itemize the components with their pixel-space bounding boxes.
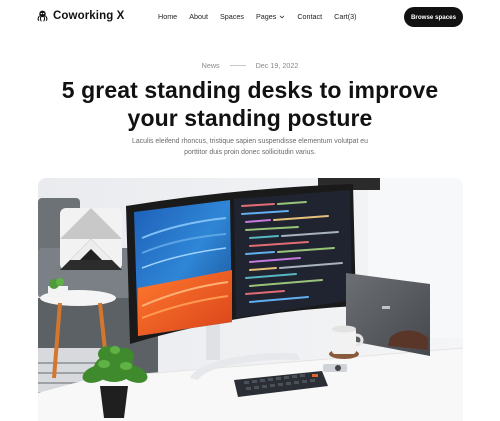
octopus-icon — [37, 10, 48, 22]
nav-spaces[interactable]: Spaces — [220, 12, 244, 21]
browse-spaces-button[interactable]: Browse spaces — [404, 7, 463, 27]
article-meta: News Dec 19, 2022 — [0, 61, 500, 70]
article-hero-image — [38, 178, 463, 421]
article-lead: Laculis eleifend rhoncus, tristique sapi… — [132, 138, 368, 156]
nav-contact[interactable]: Contact — [297, 12, 322, 21]
article-category[interactable]: News — [202, 61, 220, 70]
nav-home[interactable]: Home — [158, 12, 177, 21]
cushion — [60, 208, 122, 270]
main-nav: Home About Spaces Pages Contact Cart(3) — [158, 12, 357, 21]
brand-logo[interactable]: Coworking X — [36, 9, 124, 22]
nav-about[interactable]: About — [189, 12, 208, 21]
nav-pages[interactable]: Pages — [256, 12, 285, 21]
nav-pages-label: Pages — [255, 12, 277, 21]
article-title: 5 great standing desks to improve your s… — [61, 77, 439, 131]
desk-setup-illustration — [38, 178, 463, 421]
meta-divider — [229, 65, 246, 66]
brand-name: Coworking X — [53, 9, 125, 22]
site-header: Coworking X Home About Spaces Pages Cont… — [0, 0, 500, 34]
chevron-down-icon — [280, 15, 285, 18]
article-date: Dec 19, 2022 — [255, 61, 299, 70]
nav-cart[interactable]: Cart(3) — [334, 12, 356, 21]
